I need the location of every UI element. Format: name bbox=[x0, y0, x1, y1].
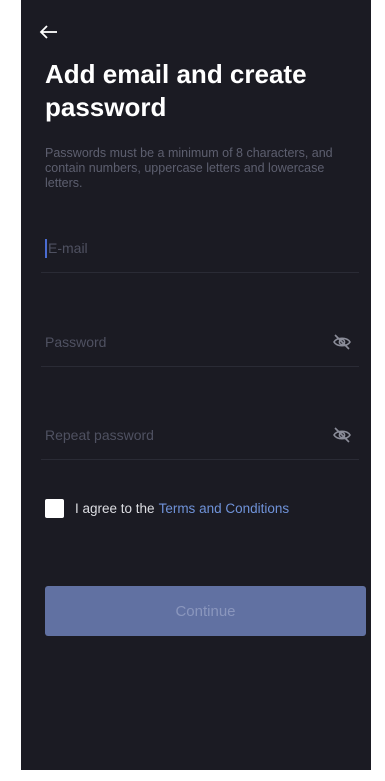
password-requirements-text: Passwords must be a minimum of 8 charact… bbox=[45, 146, 333, 190]
password-input[interactable] bbox=[45, 320, 315, 364]
terms-agreement-label: I agree to the bbox=[75, 500, 155, 516]
terms-and-conditions-link[interactable]: Terms and Conditions bbox=[159, 501, 290, 516]
repeat-password-input[interactable] bbox=[45, 413, 315, 457]
eye-off-icon bbox=[333, 427, 351, 443]
terms-agreement-row: I agree to the Terms and Conditions bbox=[45, 497, 289, 519]
arrow-left-icon bbox=[39, 25, 57, 39]
continue-button[interactable]: Continue bbox=[45, 586, 366, 636]
eye-off-icon bbox=[333, 334, 351, 350]
email-input[interactable] bbox=[48, 226, 318, 270]
email-field bbox=[41, 226, 359, 273]
page-title: Add email and create password bbox=[45, 59, 307, 122]
repeat-password-visibility-toggle[interactable] bbox=[331, 424, 353, 446]
back-button[interactable] bbox=[35, 18, 63, 46]
text-cursor bbox=[45, 239, 47, 258]
password-field bbox=[41, 320, 359, 367]
repeat-password-field bbox=[41, 413, 359, 460]
terms-checkbox[interactable] bbox=[45, 498, 64, 518]
password-visibility-toggle[interactable] bbox=[331, 331, 353, 353]
signup-screen: Add email and create password Passwords … bbox=[21, 0, 371, 770]
